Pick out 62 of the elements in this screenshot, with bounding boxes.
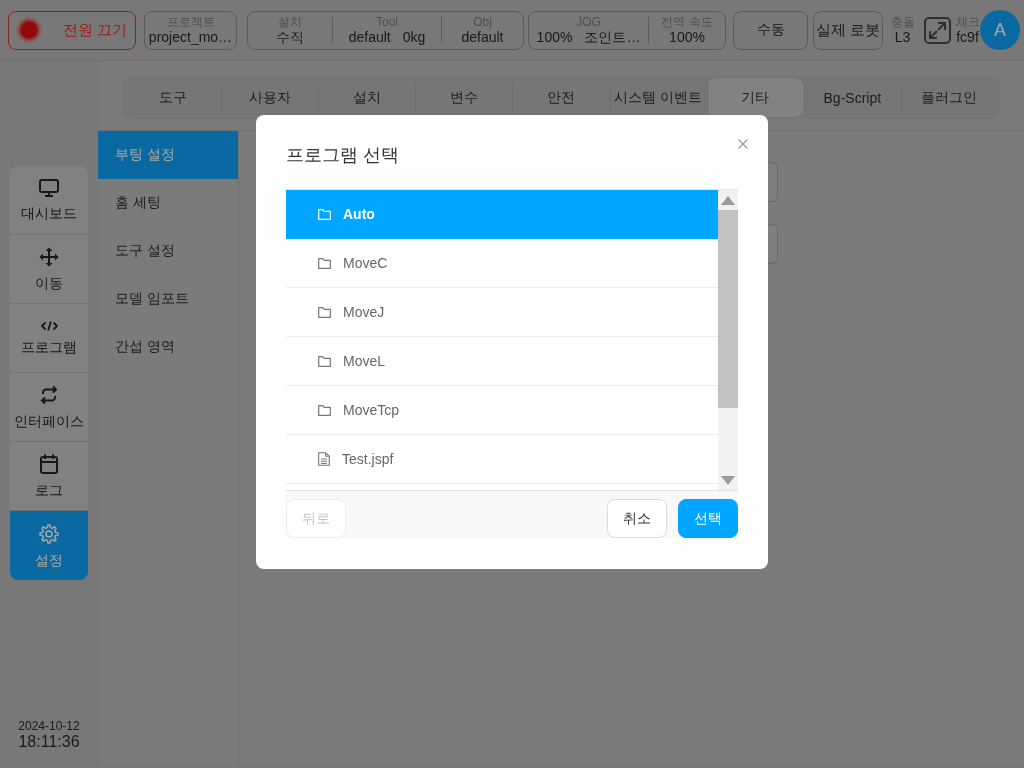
- settings-menu-item[interactable]: 부팅 설정: [98, 131, 238, 179]
- speed-value: 100%: [536, 28, 573, 46]
- folder-icon: [318, 355, 331, 367]
- speed-value: 조인트…: [584, 28, 641, 46]
- tab[interactable]: 기타: [706, 78, 804, 117]
- file-list-row[interactable]: MoveJ: [286, 288, 718, 337]
- folder-icon: [318, 208, 331, 220]
- expand-icon[interactable]: [924, 16, 951, 44]
- settings-menu-item[interactable]: 모델 임포트: [98, 275, 238, 323]
- folder-icon: [318, 404, 331, 416]
- settings-icon: [39, 523, 59, 544]
- tab[interactable]: 설치: [318, 78, 416, 117]
- mode-button[interactable]: 수동: [733, 10, 808, 50]
- settings-menu-item[interactable]: 간섭 영역: [98, 323, 238, 371]
- file-list-row[interactable]: MoveC: [286, 239, 718, 288]
- info-value: default: [348, 28, 391, 46]
- sidebar-item[interactable]: 대시보드: [10, 166, 88, 235]
- settings-menu-item[interactable]: 홈 세팅: [98, 179, 238, 227]
- close-icon[interactable]: [738, 139, 748, 149]
- monitor-icon: [39, 179, 59, 197]
- move-icon: [39, 247, 59, 267]
- scroll-down-icon[interactable]: [721, 476, 735, 485]
- info-value: default: [461, 28, 504, 46]
- dialog-title: 프로그램 선택: [286, 144, 399, 167]
- scrollbar-track[interactable]: [718, 190, 738, 490]
- user-avatar[interactable]: A: [980, 10, 1020, 50]
- info-value: 0kg: [402, 28, 426, 46]
- file-list-row[interactable]: MoveL: [286, 337, 718, 386]
- code-icon: [40, 321, 58, 331]
- speed-value: 100%: [669, 28, 705, 46]
- collision-value: L3: [894, 28, 911, 46]
- tab[interactable]: 변수: [415, 78, 513, 117]
- dialog-button[interactable]: 선택: [678, 499, 738, 538]
- date-text: 2024-10-12: [18, 719, 80, 733]
- file-icon: [318, 452, 330, 466]
- power-dot-icon: [15, 16, 43, 44]
- folder-icon: [318, 257, 331, 269]
- folder-icon: [318, 306, 331, 318]
- calendar-icon: [40, 454, 58, 474]
- tab[interactable]: 안전: [512, 78, 610, 117]
- info-value: 수직: [276, 28, 304, 46]
- scrollbar-thumb[interactable]: [718, 210, 738, 408]
- file-list-row[interactable]: Auto: [286, 190, 718, 239]
- tab[interactable]: 도구: [124, 78, 222, 117]
- sidebar-item[interactable]: 프로그램: [10, 304, 88, 373]
- tab[interactable]: Bg-Script: [803, 78, 901, 117]
- robot-mode-button[interactable]: 실제 로봇: [813, 10, 883, 50]
- repeat-icon: [40, 385, 58, 405]
- time-text: 18:11:36: [18, 733, 80, 751]
- sidebar-item[interactable]: 인터페이스: [10, 373, 88, 442]
- project-value: project_mo…: [148, 28, 233, 46]
- dialog-button[interactable]: 취소: [607, 499, 667, 538]
- scroll-up-icon[interactable]: [721, 196, 735, 205]
- tab[interactable]: 사용자: [221, 78, 319, 117]
- file-list-row[interactable]: Test.jspf: [286, 435, 718, 484]
- file-list-row[interactable]: MoveTcp: [286, 386, 718, 435]
- tab[interactable]: 시스템 이벤트: [609, 78, 707, 117]
- settings-menu-item[interactable]: 도구 설정: [98, 227, 238, 275]
- tab[interactable]: 플러그인: [900, 78, 998, 117]
- sidebar-item[interactable]: 이동: [10, 235, 88, 304]
- sidebar-item[interactable]: 설정: [10, 511, 88, 580]
- check-value: fc9f: [956, 28, 979, 46]
